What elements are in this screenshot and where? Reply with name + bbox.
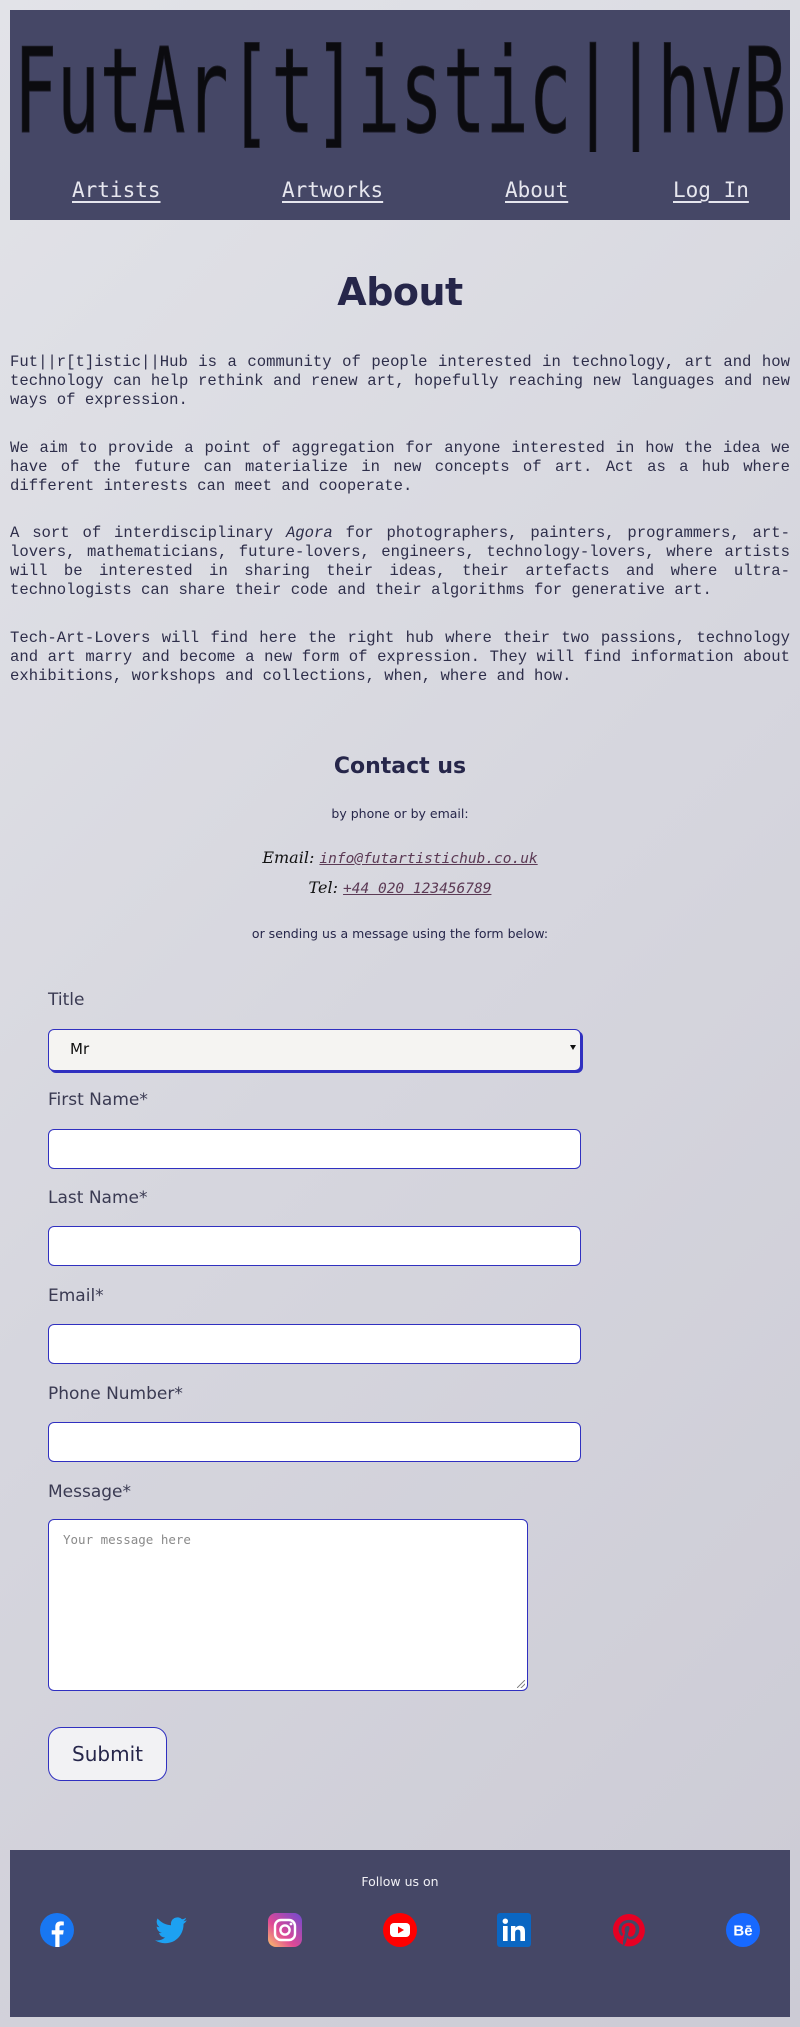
nav-login-link[interactable]: Log In	[673, 178, 749, 202]
first-name-label: First Name*	[48, 1090, 148, 1110]
nav-about-link[interactable]: About	[505, 178, 568, 202]
form-intro-text: or sending us a message using the form b…	[251, 926, 549, 941]
svg-text:FutAr[t]istic||hvB: FutAr[t]istic||hvB	[14, 32, 786, 152]
tel-link[interactable]: +44 020 123456789	[343, 881, 491, 897]
twitter-icon[interactable]	[154, 1913, 188, 1947]
facebook-icon[interactable]	[40, 1913, 74, 1947]
chevron-down-icon	[570, 1045, 576, 1050]
email-field-label: Email*	[48, 1286, 104, 1306]
email-link[interactable]: info@futartistichub.co.uk	[319, 851, 537, 867]
phone-label: Phone Number*	[48, 1384, 183, 1404]
linkedin-icon[interactable]	[497, 1913, 531, 1947]
site-footer: Follow us on Bē	[10, 1850, 790, 2017]
title-label: Title	[48, 990, 85, 1010]
message-placeholder: Your message here	[63, 1532, 191, 1547]
site-logo[interactable]: FutAr[t]istic||hvB	[10, 32, 790, 152]
first-name-input[interactable]	[48, 1129, 581, 1169]
instagram-icon[interactable]	[268, 1913, 302, 1947]
email-label: Email:	[262, 848, 315, 867]
contact-tel-line: Tel: +44 020 123456789	[0, 878, 800, 897]
submit-button[interactable]: Submit	[48, 1727, 167, 1781]
contact-subtitle: by phone or by email:	[331, 806, 469, 821]
about-paragraph-2: We aim to provide a point of aggregation…	[10, 439, 790, 495]
main-nav: Artists Artworks About Log In	[10, 178, 790, 218]
message-label: Message*	[48, 1482, 132, 1502]
last-name-label: Last Name*	[48, 1188, 148, 1208]
email-input[interactable]	[48, 1324, 581, 1364]
last-name-input[interactable]	[48, 1226, 581, 1266]
behance-icon[interactable]: Bē	[726, 1913, 760, 1947]
title-select[interactable]: Mr	[48, 1029, 581, 1071]
about-paragraph-4: Tech-Art-Lovers will find here the right…	[10, 629, 790, 685]
about-heading: About	[337, 270, 463, 314]
contact-email-line: Email: info@futartistichub.co.uk	[0, 848, 800, 867]
agora-emphasis: Agora	[285, 524, 333, 542]
title-select-value: Mr	[70, 1040, 90, 1058]
follow-us-text: Follow us on	[361, 1874, 439, 1889]
nav-artworks-link[interactable]: Artworks	[282, 178, 383, 202]
svg-text:Bē: Bē	[733, 1923, 752, 1940]
tel-label: Tel:	[308, 878, 338, 897]
about-paragraph-1: Fut||r[t]istic||Hub is a community of pe…	[10, 353, 790, 409]
site-header: FutAr[t]istic||hvB Artists Artworks Abou…	[10, 10, 790, 220]
youtube-icon[interactable]	[383, 1913, 417, 1947]
pinterest-icon[interactable]	[612, 1913, 646, 1947]
resize-handle-icon[interactable]	[517, 1680, 525, 1688]
about-paragraph-3: A sort of interdisciplinary Agora for ph…	[10, 524, 790, 599]
nav-artists-link[interactable]: Artists	[72, 178, 161, 202]
contact-heading: Contact us	[333, 754, 467, 779]
message-textarea[interactable]: Your message here	[48, 1519, 528, 1691]
phone-input[interactable]	[48, 1422, 581, 1462]
